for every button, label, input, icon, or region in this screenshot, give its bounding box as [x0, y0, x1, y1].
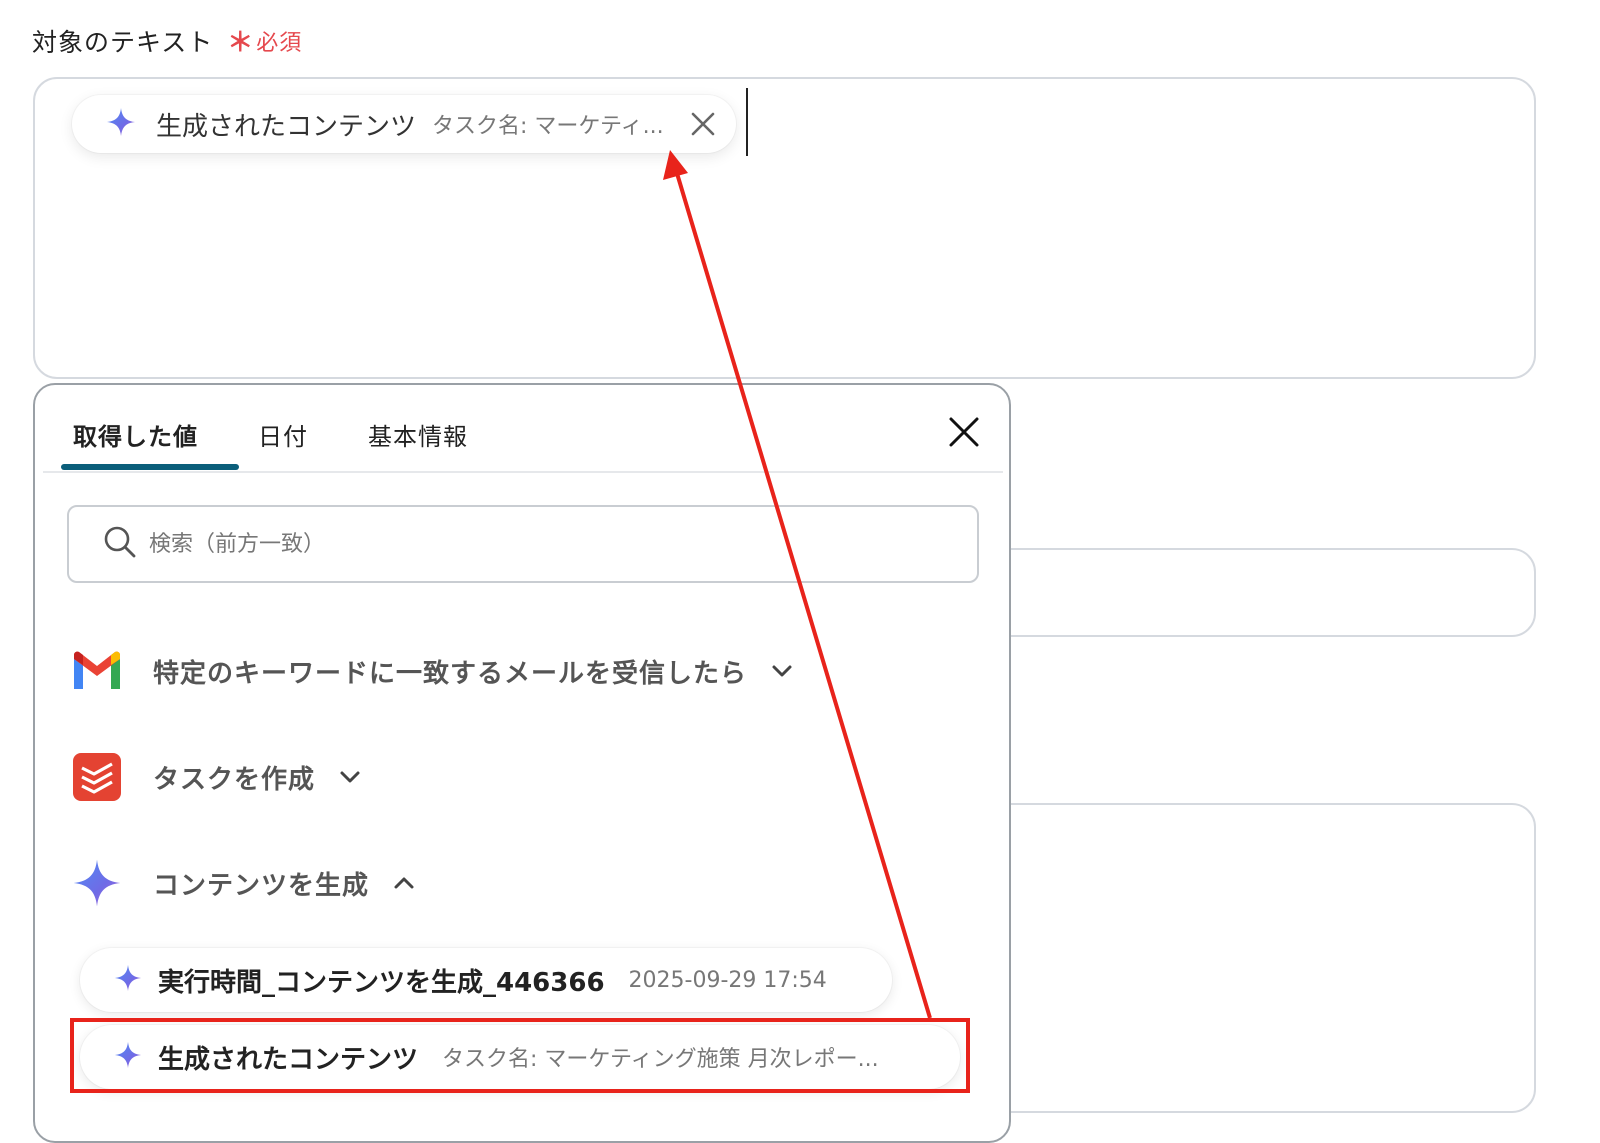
required-asterisk: ＊: [227, 28, 255, 58]
group-create-task[interactable]: タスクを作成: [71, 751, 363, 803]
value-item-execution-time[interactable]: 実行時間_コンテンツを生成_446366 2025-09-29 17:54: [80, 948, 892, 1012]
text-cursor: [746, 88, 748, 156]
tab-divider: [43, 471, 1003, 473]
chip-label: 生成されたコンテンツ: [156, 111, 417, 142]
tab-bar: 取得した値 日付 基本情報: [43, 405, 498, 473]
search-field[interactable]: [67, 505, 979, 583]
gmail-icon: [71, 645, 123, 697]
item-sub-label: 2025-09-29 17:54: [628, 967, 827, 993]
sparkle-icon: [106, 107, 136, 141]
chevron-down-icon[interactable]: [769, 658, 795, 684]
search-input[interactable]: [147, 530, 911, 558]
chevron-up-icon[interactable]: [391, 870, 417, 896]
todoist-icon: [71, 751, 123, 803]
group-title: コンテンツを生成: [153, 870, 370, 901]
field-label: 対象のテキスト ＊ 必須: [32, 22, 302, 59]
sparkle-icon: [114, 964, 142, 996]
search-icon: [103, 525, 137, 563]
chevron-down-icon[interactable]: [337, 764, 363, 790]
active-tab-indicator: [61, 464, 239, 470]
item-label: 実行時間_コンテンツを生成_446366: [158, 967, 605, 998]
selected-value-chip[interactable]: 生成されたコンテンツ タスク名: マーケティ...: [72, 95, 736, 153]
annotation-highlight-box: [70, 1018, 970, 1093]
sparkle-icon: [71, 857, 123, 909]
close-icon[interactable]: [947, 415, 981, 449]
group-title: タスクを作成: [153, 764, 316, 795]
chip-sub-label: タスク名: マーケティ...: [432, 114, 664, 139]
group-generate-content[interactable]: コンテンツを生成: [71, 857, 417, 909]
required-text: 必須: [256, 30, 303, 56]
field-label-text: 対象のテキスト: [32, 27, 214, 57]
tab-acquired-values[interactable]: 取得した値: [43, 405, 228, 461]
group-gmail-trigger[interactable]: 特定のキーワードに一致するメールを受信したら: [71, 645, 795, 697]
chip-close-icon[interactable]: [688, 109, 718, 139]
group-title: 特定のキーワードに一致するメールを受信したら: [153, 658, 748, 689]
background-textarea-field[interactable]: [960, 803, 1536, 1113]
required-indicator: ＊ 必須: [227, 22, 302, 59]
background-input-field[interactable]: [960, 548, 1536, 637]
tab-date[interactable]: 日付: [228, 405, 338, 461]
tab-basic-info[interactable]: 基本情報: [338, 405, 498, 461]
